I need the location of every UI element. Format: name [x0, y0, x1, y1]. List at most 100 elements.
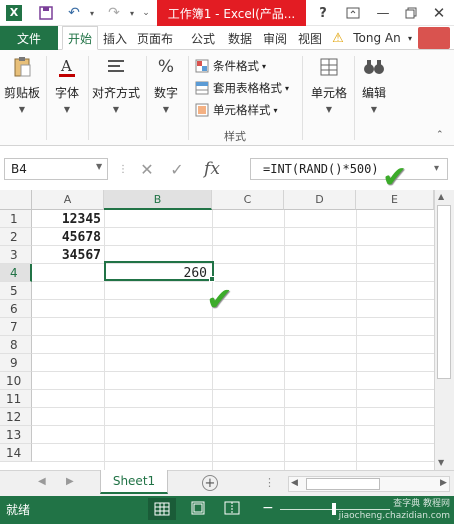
undo-icon[interactable]: ↶ — [64, 3, 84, 23]
formula-buttons: ✕ ✓ fx — [132, 158, 246, 180]
tab-view[interactable]: 视图 — [293, 26, 327, 50]
tab-insert[interactable]: 插入 — [99, 26, 131, 50]
sheet-tab-sheet1[interactable]: Sheet1 — [100, 470, 168, 494]
row-header[interactable]: 8 — [0, 336, 32, 354]
zoom-out-icon[interactable]: − — [262, 500, 274, 516]
expand-formula-icon[interactable]: ▾ — [434, 163, 439, 174]
tab-review[interactable]: 审阅 — [258, 26, 292, 50]
user-avatar[interactable] — [418, 27, 450, 49]
next-sheet-icon[interactable]: ▶ — [66, 476, 74, 487]
help-button[interactable]: ? — [312, 3, 334, 23]
row-header[interactable]: 3 — [0, 246, 32, 264]
divider — [188, 56, 189, 140]
column-header-c[interactable]: C — [212, 190, 284, 210]
row-header[interactable]: 10 — [0, 372, 32, 390]
gridline — [104, 210, 105, 470]
enter-icon[interactable]: ✓ — [162, 160, 192, 179]
column-header-d[interactable]: D — [284, 190, 356, 210]
undo-dropdown-icon[interactable]: ▾ — [82, 3, 102, 23]
add-sheet-button[interactable]: + — [202, 475, 218, 491]
row-header[interactable]: 4 — [0, 264, 32, 282]
divider — [354, 56, 355, 140]
gridline — [32, 335, 434, 336]
tab-home[interactable]: 开始 — [62, 26, 98, 50]
cell-styles-button[interactable]: 单元格样式 ▾ — [194, 100, 278, 120]
select-all-button[interactable] — [0, 190, 32, 210]
scroll-left-icon[interactable]: ◀ — [291, 478, 298, 488]
redo-icon[interactable]: ↷ — [104, 3, 124, 23]
font-group[interactable]: A 字体 ▼ — [48, 54, 86, 114]
chevron-down-icon: ▼ — [325, 105, 333, 114]
chevron-down-icon: ▼ — [162, 105, 170, 114]
row-header[interactable]: 11 — [0, 390, 32, 408]
customize-qat-icon[interactable]: ⌄ — [136, 3, 156, 23]
close-button[interactable]: ✕ — [428, 3, 450, 23]
normal-view-button[interactable] — [148, 498, 176, 520]
name-box-dropdown-icon[interactable]: ▼ — [96, 162, 102, 171]
row-header[interactable]: 12 — [0, 408, 32, 426]
user-name[interactable]: Tong An — [350, 26, 404, 50]
alignment-group[interactable]: 对齐方式 ▼ — [90, 54, 142, 114]
horizontal-scroll-thumb[interactable] — [306, 478, 380, 490]
page-layout-view-button[interactable] — [190, 501, 206, 518]
minimize-button[interactable]: — — [372, 3, 394, 23]
column-header-e[interactable]: E — [356, 190, 434, 210]
row-header[interactable]: 5 — [0, 282, 32, 300]
save-icon[interactable] — [36, 3, 56, 23]
cells-group[interactable]: 单元格 ▼ — [306, 54, 352, 114]
user-dropdown-icon[interactable]: ▾ — [404, 26, 416, 50]
row-header[interactable]: 9 — [0, 354, 32, 372]
column-header-a[interactable]: A — [32, 190, 104, 210]
cell-a2[interactable]: 45678 — [32, 228, 104, 246]
prev-sheet-icon[interactable]: ◀ — [38, 476, 46, 487]
name-box[interactable]: B4 — [4, 158, 108, 180]
gridline — [212, 210, 213, 470]
cell-a1[interactable]: 12345 — [32, 210, 104, 228]
row-header[interactable]: 14 — [0, 444, 32, 462]
divider — [88, 56, 89, 140]
align-icon — [103, 54, 129, 80]
checkmark-icon: ✔ — [206, 280, 233, 318]
divider — [146, 56, 147, 140]
worksheet-grid[interactable]: A B C D E 1 2 3 4 5 6 7 8 9 10 11 12 13 … — [0, 190, 434, 470]
cell-a3[interactable]: 34567 — [32, 246, 104, 264]
scroll-up-icon[interactable]: ▲ — [438, 192, 444, 201]
grid-view-icon — [154, 502, 170, 516]
cancel-icon[interactable]: ✕ — [132, 160, 162, 179]
cells-label: 单元格 — [310, 86, 347, 100]
gridline — [32, 389, 434, 390]
row-header[interactable]: 1 — [0, 210, 32, 228]
clipboard-group[interactable]: 剪贴板 ▼ — [2, 54, 42, 114]
restore-button[interactable] — [400, 3, 422, 23]
chevron-down-icon: ▾ — [273, 105, 278, 115]
window-title: 工作簿1 - Excel(产品... — [157, 0, 306, 26]
insert-function-button[interactable]: fx — [192, 159, 232, 179]
format-as-table-button[interactable]: 套用表格格式 ▾ — [194, 78, 289, 98]
collapse-ribbon-icon[interactable]: ⌃ — [436, 130, 444, 140]
clipboard-label: 剪贴板 — [3, 86, 40, 100]
tab-formulas[interactable]: 公式 — [186, 26, 220, 50]
tab-data[interactable]: 数据 — [223, 26, 257, 50]
scroll-right-icon[interactable]: ▶ — [440, 478, 447, 488]
scroll-down-icon[interactable]: ▼ — [438, 458, 444, 467]
conditional-format-button[interactable]: 条件格式 ▾ — [194, 56, 266, 76]
ribbon-display-options-icon[interactable] — [342, 3, 364, 23]
tab-page-layout[interactable]: 页面布 — [132, 26, 178, 50]
editing-group[interactable]: 编辑 ▼ — [356, 54, 392, 114]
vertical-scroll-thumb[interactable] — [437, 205, 451, 379]
row-header[interactable]: 2 — [0, 228, 32, 246]
editing-label: 编辑 — [361, 86, 386, 100]
chevron-down-icon: ▼ — [370, 105, 378, 114]
column-header-b[interactable]: B — [104, 190, 212, 210]
warning-icon: ⚠ — [332, 30, 344, 46]
row-header[interactable]: 7 — [0, 318, 32, 336]
tab-split-icon[interactable]: ⋮ — [264, 476, 275, 489]
tab-file[interactable]: 文件 — [0, 26, 58, 50]
divider — [302, 56, 303, 140]
page-break-view-button[interactable] — [224, 501, 240, 518]
number-group[interactable]: % 数字 ▼ — [148, 54, 184, 114]
row-header[interactable]: 13 — [0, 426, 32, 444]
formula-input[interactable]: =INT(RAND()*500) — [250, 158, 448, 180]
formula-bar-grip-icon: ⋮ — [118, 164, 128, 175]
row-header[interactable]: 6 — [0, 300, 32, 318]
